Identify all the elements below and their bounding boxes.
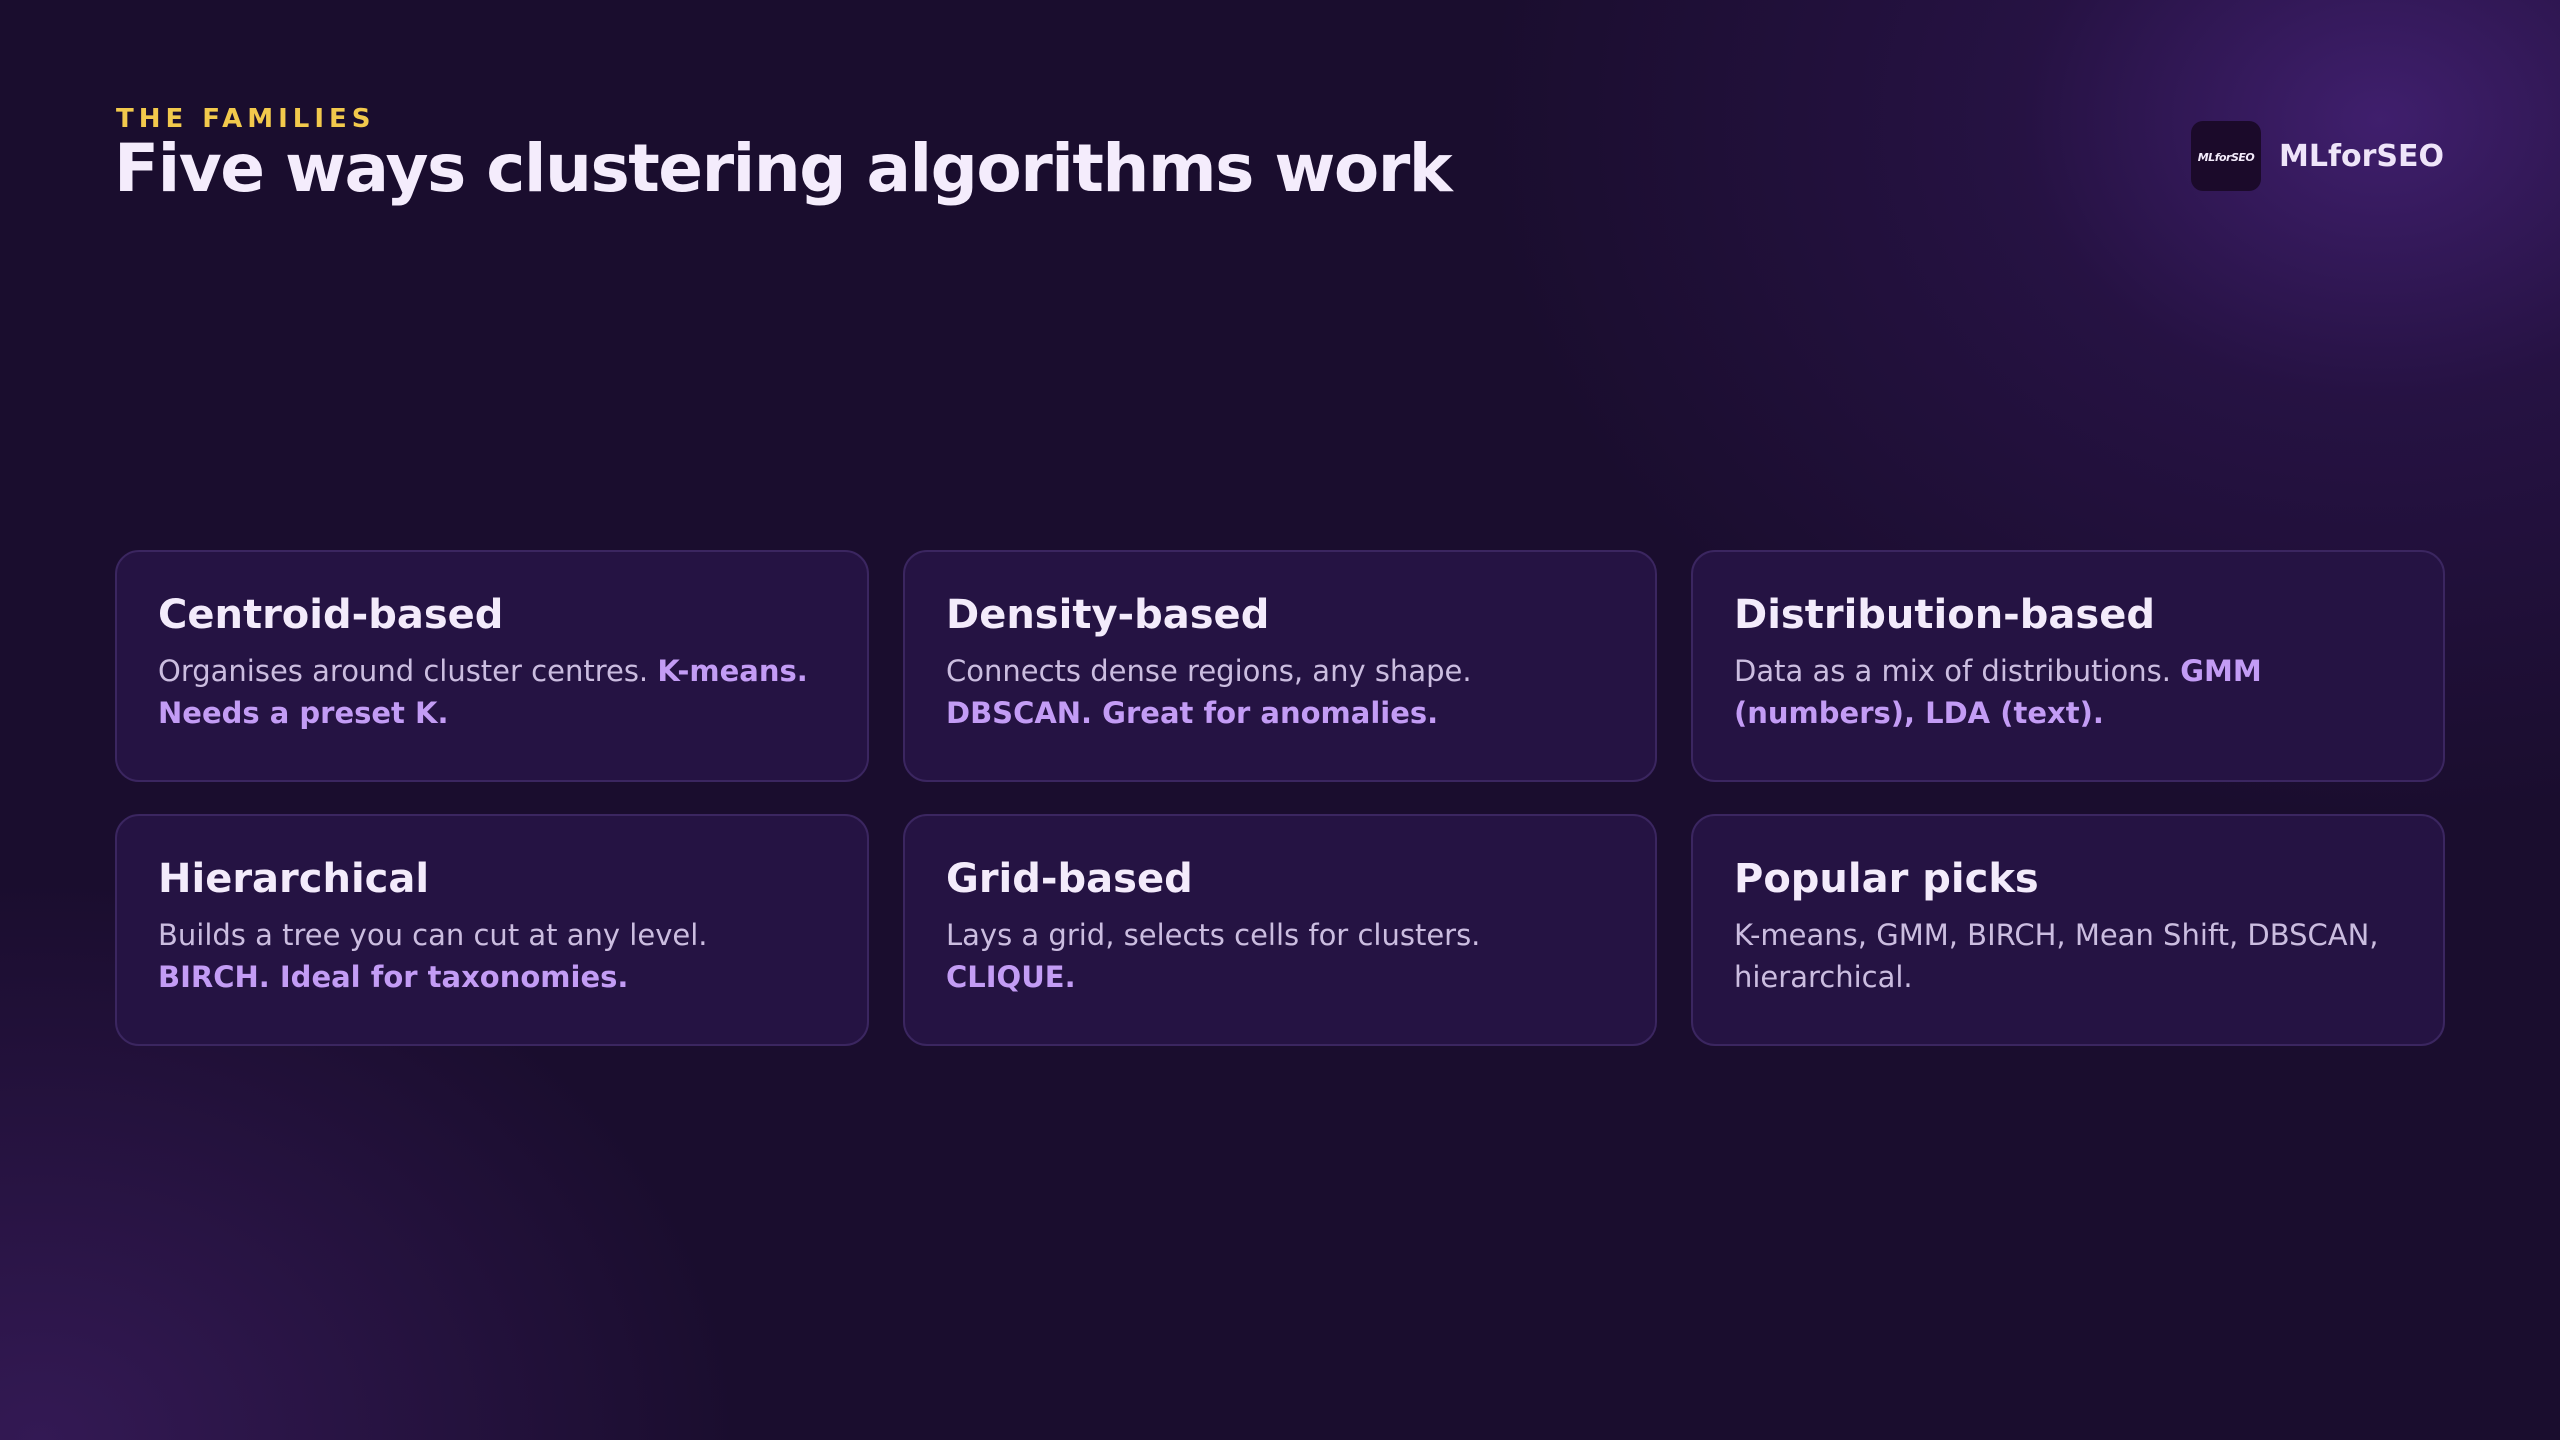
card-description: Builds a tree you can cut at any level. … [158, 918, 708, 994]
card-title: Centroid-based [158, 592, 504, 638]
card-description: K-means, GMM, BIRCH, Mean Shift, DBSCAN,… [1734, 918, 2379, 994]
card-highlight: DBSCAN. Great for anomalies. [946, 696, 1439, 730]
card-hierarchical: Hierarchical Builds a tree you can cut a… [115, 814, 869, 1046]
card-description: Lays a grid, selects cells for clusters.… [946, 918, 1481, 994]
card-description: Organises around cluster centres. K-mean… [158, 654, 808, 730]
card-title: Hierarchical [158, 856, 430, 902]
card-description: Data as a mix of distributions. GMM (num… [1734, 654, 2262, 730]
card-centroid-based: Centroid-based Organises around cluster … [115, 550, 869, 782]
brand: MLforSEO MLforSEO [2190, 121, 2444, 191]
card-description: Connects dense regions, any shape. DBSCA… [946, 654, 1472, 730]
card-grid-based: Grid-based Lays a grid, selects cells fo… [903, 814, 1657, 1046]
card-highlight: CLIQUE. [946, 960, 1076, 994]
card-title: Popular picks [1734, 856, 2039, 902]
brand-name: MLforSEO [2278, 138, 2444, 174]
brand-logo-mark: MLforSEO [2198, 151, 2255, 164]
page-title: Five ways clustering algorithms work [114, 130, 1453, 207]
card-title: Distribution-based [1734, 592, 2155, 638]
card-title: Grid-based [946, 856, 1193, 902]
families-grid: Centroid-based Organises around cluster … [115, 550, 2445, 1046]
svg-text:MLforSEO: MLforSEO [2198, 151, 2255, 164]
card-density-based: Density-based Connects dense regions, an… [903, 550, 1657, 782]
card-distribution-based: Distribution-based Data as a mix of dist… [1691, 550, 2445, 782]
card-popular-picks: Popular picks K-means, GMM, BIRCH, Mean … [1691, 814, 2445, 1046]
card-title: Density-based [946, 592, 1270, 638]
card-highlight: BIRCH. Ideal for taxonomies. [158, 960, 629, 994]
brand-logo: MLforSEO [2190, 121, 2261, 191]
